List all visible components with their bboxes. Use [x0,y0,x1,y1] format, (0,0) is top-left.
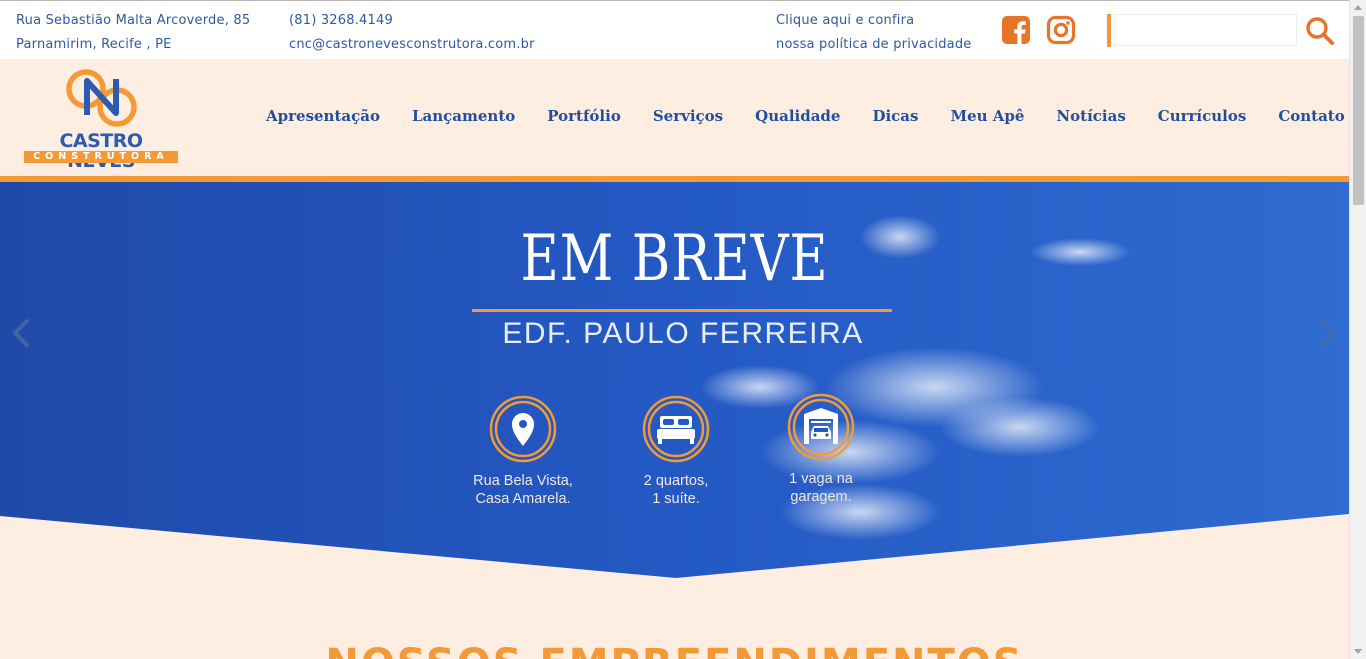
scroll-down-arrow-icon[interactable] [1354,649,1362,654]
slider-next-arrow-icon[interactable] [1316,318,1340,348]
hero-title: EM BREVE [520,222,829,296]
main-nav: Apresentação Lançamento Portfólio Serviç… [250,107,1361,125]
search-accent-bar [1107,14,1111,47]
hero-title-underline [472,309,892,312]
phone-number[interactable]: (81) 3268.4149 [289,9,535,33]
feature-bedrooms-label: 2 quartos, 1 suíte. [643,473,709,507]
page-scrollbar[interactable] [1349,0,1366,659]
scroll-up-arrow-icon[interactable] [1354,5,1362,10]
address-line-2: Parnamirim, Recife , PE [16,37,172,52]
location-pin-icon [489,395,557,463]
feature-location: Rua Bela Vista, Casa Amarela. [458,394,588,508]
nav-dicas[interactable]: Dicas [856,107,934,125]
logo-tagline: CONSTRUTORA [24,151,178,163]
email-link[interactable]: cnc@castronevesconstrutora.com.br [289,33,535,57]
nav-apresentacao[interactable]: Apresentação [250,107,396,125]
feature-location-label: Rua Bela Vista, Casa Amarela. [473,473,573,507]
address-block: Rua Sebastião Malta Arcoverde, 85 Parnam… [16,9,250,57]
privacy-policy-link[interactable]: Clique aqui e confira nossa política de … [776,9,972,57]
nav-qualidade[interactable]: Qualidade [739,107,856,125]
hero-slider: EM BREVE EDF. PAULO FERREIRA Rua Bela Vi… [0,182,1349,580]
feature-garage: 1 vaga na garagem. [756,392,886,506]
nav-noticias[interactable]: Notícias [1040,107,1141,125]
garage-car-icon [787,393,855,461]
scroll-thumb[interactable] [1353,16,1364,205]
address-line-1: Rua Sebastião Malta Arcoverde, 85 [16,13,251,28]
search-icon[interactable] [1304,15,1336,47]
instagram-icon[interactable] [1046,15,1076,45]
privacy-line-2[interactable]: nossa política de privacidade [776,33,972,57]
castro-neves-logo[interactable]: CASTRO NEVES CONSTRUTORA [24,67,180,171]
site-header: CASTRO NEVES CONSTRUTORA Apresentação La… [0,59,1349,176]
nav-portfolio[interactable]: Portfólio [531,107,637,125]
top-info-bar: Rua Sebastião Malta Arcoverde, 85 Parnam… [0,0,1349,59]
feature-bedrooms: 2 quartos, 1 suíte. [611,394,741,508]
nav-contato[interactable]: Contato [1262,107,1360,125]
logo-mark-icon [66,69,137,127]
facebook-icon[interactable] [1001,15,1031,45]
contact-block: (81) 3268.4149 cnc@castronevesconstrutor… [289,9,535,57]
section-title: NOSSOS EMPREENDIMENTOS [0,640,1349,659]
feature-garage-label: 1 vaga na garagem. [789,471,853,505]
privacy-line-1[interactable]: Clique aqui e confira [776,9,972,33]
search-input[interactable] [1114,14,1297,46]
bed-icon [642,395,710,463]
nav-curriculos[interactable]: Currículos [1142,107,1263,125]
nav-servicos[interactable]: Serviços [637,107,739,125]
nav-lancamento[interactable]: Lançamento [396,107,531,125]
hero-subtitle: EDF. PAULO FERREIRA [502,317,864,350]
nav-meu-ape[interactable]: Meu Apê [934,107,1040,125]
slider-prev-arrow-icon[interactable] [9,318,33,348]
